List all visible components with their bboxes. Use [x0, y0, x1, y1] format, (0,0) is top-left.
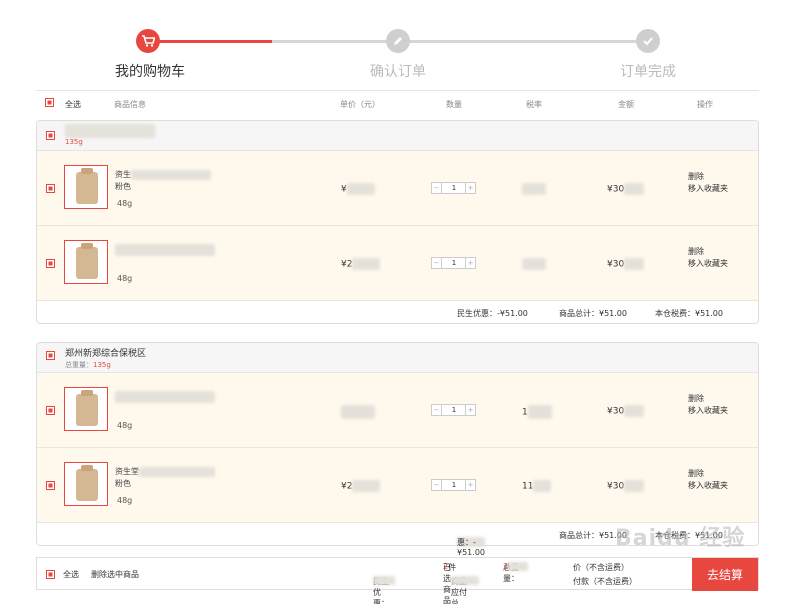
item-operations: 删除 移入收藏夹 — [688, 171, 728, 195]
product-thumbnail[interactable] — [64, 462, 108, 506]
item-amount: ¥30 — [607, 405, 645, 417]
increase-button[interactable]: + — [465, 405, 475, 415]
delete-selected-link[interactable]: 删除选中商品 — [91, 569, 139, 580]
header-operation: 操作 — [697, 100, 713, 109]
shop-checkbox[interactable] — [46, 351, 55, 360]
product-weight: 48g — [117, 274, 133, 283]
step-label-cart: 我的购物车 — [115, 64, 185, 80]
delete-link[interactable]: 删除 — [688, 246, 728, 258]
price-note: 价（不含运费） — [573, 563, 629, 572]
select-all-checkbox[interactable] — [45, 98, 54, 107]
footer-select-all-label: 全选 — [63, 570, 79, 579]
step-label-confirm: 确认订单 — [370, 64, 426, 80]
move-to-favorites-link[interactable]: 移入收藏夹 — [688, 183, 728, 195]
baidu-watermark: Baidu 经验 — [615, 526, 746, 551]
checkout-button[interactable]: 去结算 — [692, 558, 758, 591]
increase-button[interactable]: + — [465, 183, 475, 193]
selected-count: 已选商品 2 件 — [443, 562, 457, 604]
move-to-favorites-link[interactable]: 移入收藏夹 — [688, 480, 728, 492]
product-name[interactable] — [115, 391, 225, 404]
shop-name: 郑州新郑综合保税区 — [65, 349, 147, 359]
decrease-button[interactable]: − — [432, 405, 442, 415]
unit-price — [341, 405, 375, 419]
goods-total: 商品总计：¥51.00 — [559, 309, 627, 318]
header-amount: 金额 — [618, 100, 634, 109]
progress-track-done — [148, 40, 272, 43]
header-unit-price: 单价（元） — [340, 100, 380, 109]
delete-link[interactable]: 删除 — [688, 468, 728, 480]
increase-button[interactable]: + — [465, 480, 475, 490]
warehouse-tax: 本仓税费：¥51.00 — [655, 309, 723, 318]
item-operations: 删除 移入收藏夹 — [688, 468, 728, 492]
product-thumbnail[interactable] — [64, 165, 108, 209]
unit-price: ¥2 — [341, 258, 381, 270]
shop-group: 郑州新郑综合保税区 总重量：135g 48g −1 + 1 ¥30 删除 移入收藏… — [36, 342, 759, 557]
product-weight: 48g — [117, 496, 133, 505]
header-tax: 税率 — [526, 100, 542, 109]
item-checkbox[interactable] — [46, 481, 55, 490]
header-quantity: 数量 — [446, 100, 462, 109]
quantity-stepper[interactable]: −1 + — [431, 404, 476, 416]
step-label-complete: 订单完成 — [620, 64, 676, 80]
decrease-button[interactable]: − — [432, 480, 442, 490]
cart-icon — [136, 29, 160, 53]
unit-price: ¥ — [341, 183, 375, 195]
tax-rate: 11 — [522, 480, 552, 492]
header-select-all: 全选 — [65, 100, 81, 109]
shop-header: 135g — [37, 121, 758, 151]
product-name[interactable]: 资生堂 粉色 — [115, 466, 225, 490]
cart-table-header: 全选 商品信息 单价（元） 数量 税率 金额 操作 — [36, 90, 759, 115]
move-to-favorites-link[interactable]: 移入收藏夹 — [688, 258, 728, 270]
total-weight: 总重量：2 — [503, 562, 529, 583]
product-thumbnail[interactable] — [64, 240, 108, 284]
shop-subtotal: 民生优惠：-¥51.00 商品总计：¥51.00 本仓税费：¥51.00 — [37, 301, 758, 323]
shop-group: 135g 资生 粉色 48g ¥ −1 + ¥30 删除 移入收藏夹 48g ¥2 … — [36, 120, 759, 324]
product-name[interactable] — [115, 244, 225, 257]
item-checkbox[interactable] — [46, 406, 55, 415]
shop-weight: 总重量：135g — [65, 361, 111, 369]
decrease-button[interactable]: − — [432, 258, 442, 268]
delete-link[interactable]: 删除 — [688, 393, 728, 405]
cart-item-row: 48g ¥2 −1 + ¥30 删除 移入收藏夹 — [37, 226, 758, 301]
decrease-button[interactable]: − — [432, 183, 442, 193]
product-weight: 48g — [117, 421, 133, 430]
unit-price: ¥2 — [341, 480, 381, 492]
product-thumbnail[interactable] — [64, 387, 108, 431]
footer-select-all-checkbox[interactable] — [46, 570, 55, 579]
cart-item-row: 48g −1 + 1 ¥30 删除 移入收藏夹 — [37, 373, 758, 448]
quantity-stepper[interactable]: −1 + — [431, 479, 476, 491]
move-to-favorites-link[interactable]: 移入收藏夹 — [688, 405, 728, 417]
product-name[interactable]: 资生 粉色 — [115, 169, 225, 193]
quantity-stepper[interactable]: −1 + — [431, 182, 476, 194]
shop-header: 郑州新郑综合保税区 总重量：135g — [37, 343, 758, 373]
cart-footer-bar: 全选 删除选中商品 已选商品2件 总重量：2 价（不含运费） 民生优惠： 商品应… — [36, 557, 759, 604]
increase-button[interactable]: + — [465, 258, 475, 268]
item-checkbox[interactable] — [46, 184, 55, 193]
check-icon — [636, 29, 660, 53]
quantity-stepper[interactable]: −1 + — [431, 257, 476, 269]
tax-rate: 1 — [522, 405, 552, 419]
item-amount: ¥30 — [607, 183, 645, 195]
product-weight: 48g — [117, 199, 133, 208]
shop-name — [65, 124, 155, 138]
footer-payment-note: 付款（不含运费） — [573, 577, 637, 586]
checkout-progress: 我的购物车 确认订单 订单完成 — [0, 27, 805, 87]
shop-checkbox[interactable] — [46, 131, 55, 140]
delete-link[interactable]: 删除 — [688, 171, 728, 183]
shop-weight: 135g — [65, 138, 83, 146]
progress-track-pending — [272, 40, 647, 43]
tax-rate — [522, 183, 546, 195]
item-amount: ¥30 — [607, 480, 645, 492]
cart-item-row: 资生 粉色 48g ¥ −1 + ¥30 删除 移入收藏夹 — [37, 151, 758, 226]
item-amount: ¥30 — [607, 258, 645, 270]
pencil-icon — [386, 29, 410, 53]
cart-item-row: 资生堂 粉色 48g ¥2 −1 + 11 ¥30 删除 移入收藏夹 — [37, 448, 758, 523]
item-operations: 删除 移入收藏夹 — [688, 393, 728, 417]
item-operations: 删除 移入收藏夹 — [688, 246, 728, 270]
item-checkbox[interactable] — [46, 259, 55, 268]
tax-rate — [522, 258, 546, 270]
header-product-info: 商品信息 — [114, 100, 146, 109]
discount-total: 民生优惠：-¥51.00 — [457, 309, 528, 318]
